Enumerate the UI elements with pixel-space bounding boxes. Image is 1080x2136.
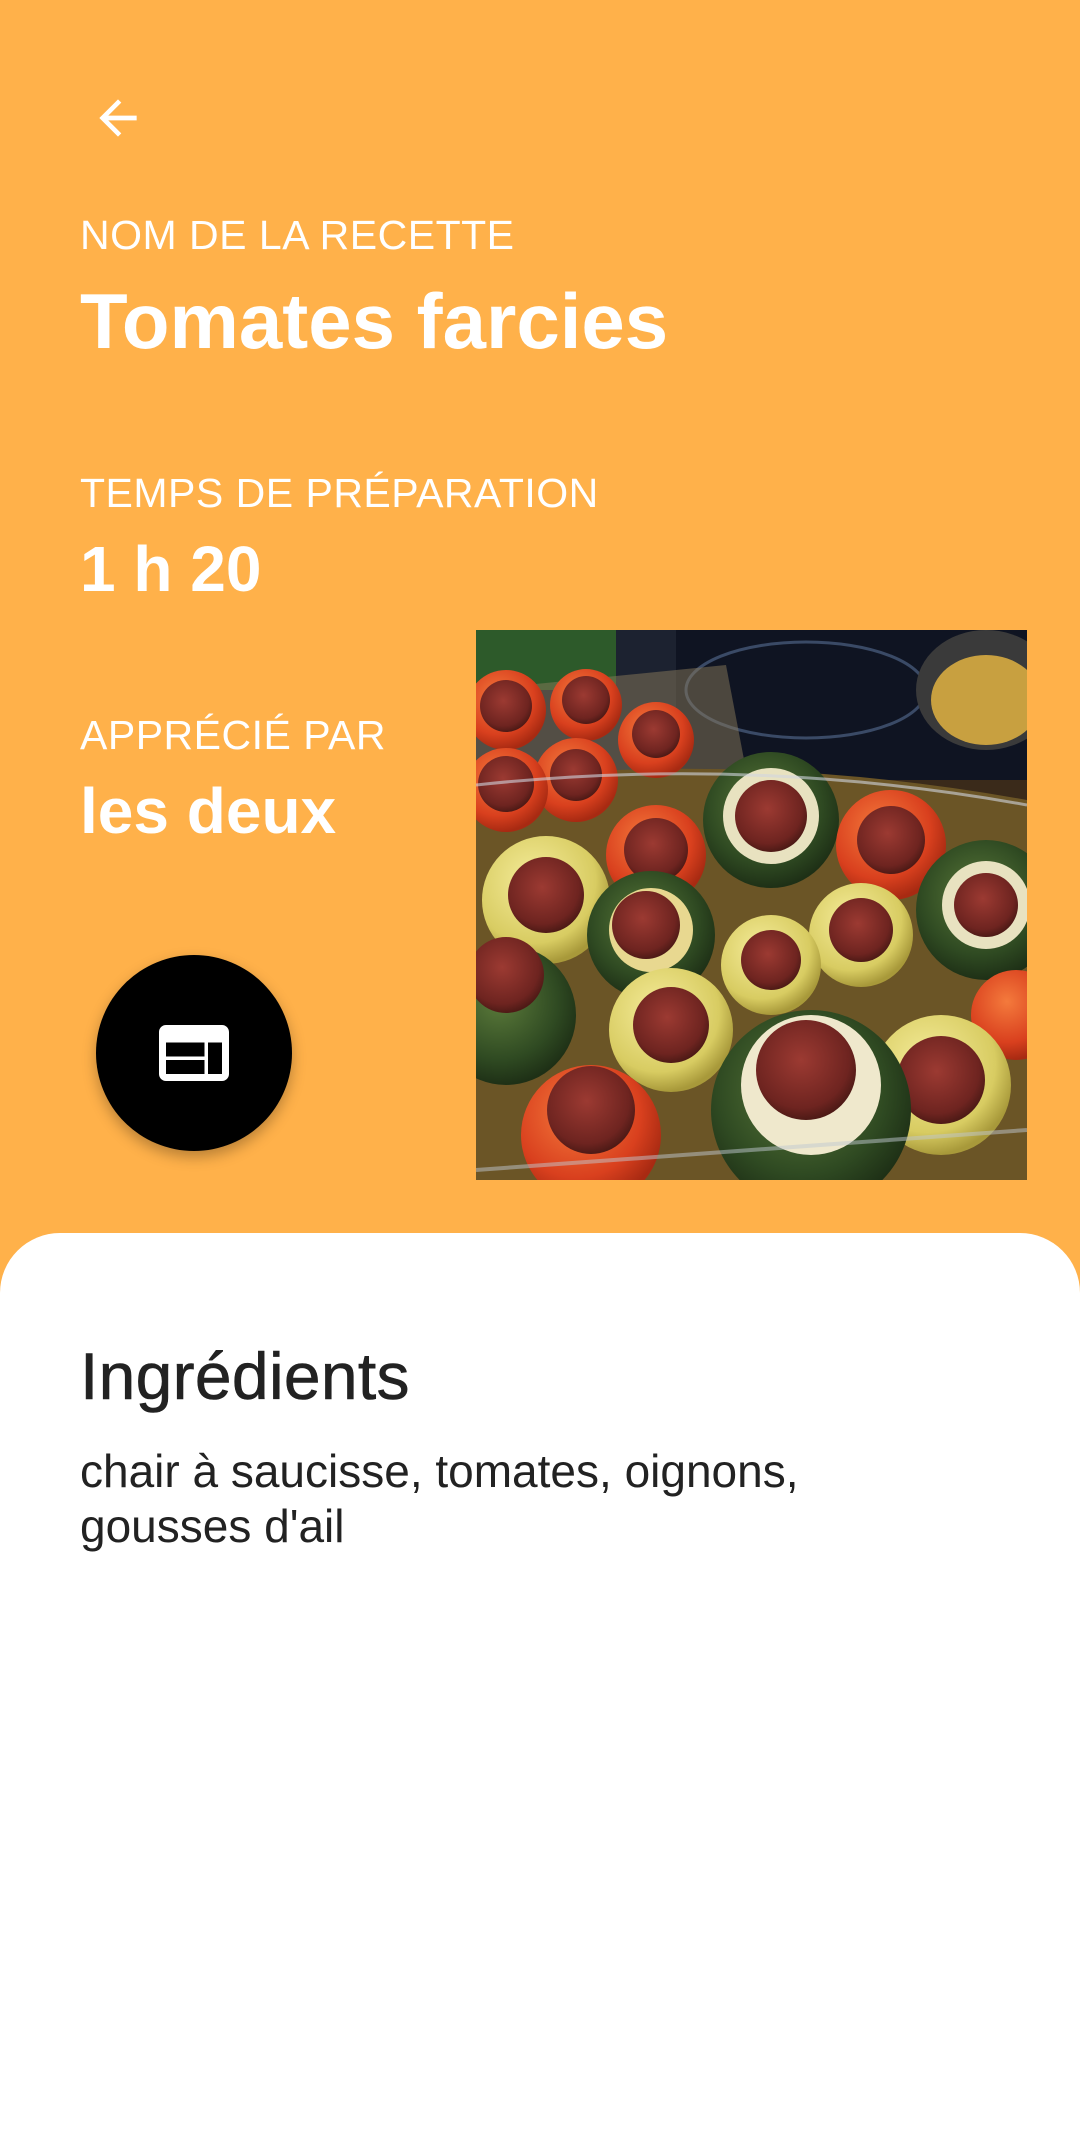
back-button[interactable] bbox=[82, 82, 154, 154]
recipe-name: Tomates farcies bbox=[80, 277, 669, 365]
ingredients-text: chair à saucisse, tomates, oignons, gous… bbox=[80, 1445, 799, 1552]
recipe-name-label: NOM DE LA RECETTE bbox=[80, 212, 515, 258]
liked-by-value: les deux bbox=[80, 775, 337, 847]
web-layout-icon bbox=[159, 1025, 229, 1081]
layout-fab-button[interactable] bbox=[96, 955, 292, 1151]
prep-time-value: 1 h 20 bbox=[80, 533, 262, 605]
arrow-back-icon bbox=[99, 99, 137, 137]
recipe-photo bbox=[476, 630, 1027, 1180]
ingredients-title: Ingrédients bbox=[80, 1339, 410, 1414]
recipe-detail-screen: NOM DE LA RECETTE Tomates farcies TEMPS … bbox=[0, 0, 1080, 2136]
liked-by-label: APPRÉCIÉ PAR bbox=[80, 712, 386, 758]
prep-time-label: TEMPS DE PRÉPARATION bbox=[80, 470, 599, 516]
